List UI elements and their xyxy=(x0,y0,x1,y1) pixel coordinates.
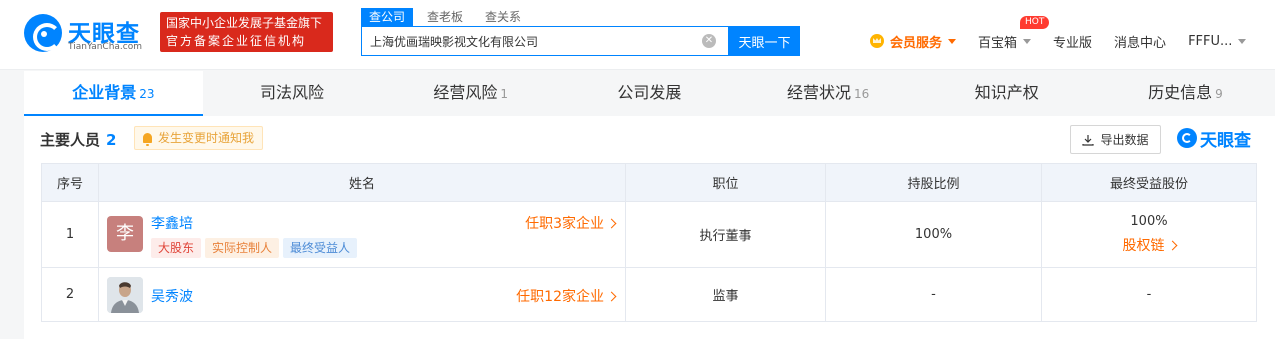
section-title-text: 主要人员 xyxy=(40,131,101,149)
tag-actual-controller: 实际控制人 xyxy=(205,238,280,258)
equity-chain-text: 股权链 xyxy=(1122,238,1165,254)
clear-search-icon[interactable]: ✕ xyxy=(702,34,716,48)
positions-text: 任职12家企业 xyxy=(516,289,604,305)
section-count: 2 xyxy=(106,131,117,149)
tab-operating-risk[interactable]: 经营风险 1 xyxy=(381,71,560,116)
header-name: 姓名 xyxy=(98,163,626,202)
avatar[interactable] xyxy=(107,277,143,313)
share-ratio-cell: 100% xyxy=(825,201,1042,268)
eye-logo-icon xyxy=(24,14,62,52)
table-row: 2 吴秀波 任职12家企业 监事 - - xyxy=(41,267,1257,322)
message-center-link[interactable]: 消息中心 xyxy=(1114,32,1166,51)
tab-count: 9 xyxy=(1215,87,1223,101)
key-personnel-section: 主要人员 2 发生变更时通知我 导出数据 天眼查 序号 姓名 职位 持股比例 最终… xyxy=(24,116,1275,339)
person-name-link[interactable]: 李鑫培 xyxy=(151,213,193,233)
crown-icon xyxy=(870,34,884,48)
position-cell: 执行董事 xyxy=(625,201,826,268)
treasure-box-label: 百宝箱 xyxy=(978,35,1018,51)
positions-link[interactable]: 任职12家企业 xyxy=(516,286,617,306)
notify-on-change-button[interactable]: 发生变更时通知我 xyxy=(134,126,263,150)
chevron-down-icon xyxy=(1023,38,1032,44)
share-ratio-cell: - xyxy=(825,267,1042,322)
export-label: 导出数据 xyxy=(1100,133,1149,147)
ultimate-benefit-cell: 100% 股权链 xyxy=(1041,201,1257,268)
search-button[interactable]: 天眼一下 xyxy=(729,26,800,56)
tianyancha-watermark-logo: 天眼查 xyxy=(1177,126,1251,151)
export-data-button[interactable]: 导出数据 xyxy=(1070,125,1161,154)
tianyancha-logo[interactable]: 天眼查 TianYanCha.com xyxy=(24,12,152,56)
chevron-right-icon xyxy=(606,291,617,302)
position-cell: 监事 xyxy=(625,267,826,322)
tab-history-info[interactable]: 历史信息 9 xyxy=(1096,71,1275,116)
tab-company-background[interactable]: 企业背景 23 xyxy=(24,71,203,116)
header-share-ratio: 持股比例 xyxy=(825,163,1042,202)
header-ultimate-benefit: 最终受益股份 xyxy=(1041,163,1257,202)
header-position: 职位 xyxy=(625,163,826,202)
download-icon xyxy=(1082,134,1095,146)
search-tab-company[interactable]: 查公司 xyxy=(361,8,414,26)
company-tabs: 企业背景 23 司法风险 经营风险 1 公司发展 经营状况 16 知识产权 历史信息 9 xyxy=(24,71,1275,116)
badge-line-2: 官方备案企业征信机构 xyxy=(166,34,307,48)
chevron-down-icon xyxy=(1238,38,1247,44)
chevron-down-icon xyxy=(948,38,957,44)
tab-label: 知识产权 xyxy=(974,83,1039,102)
tab-intellectual-property[interactable]: 知识产权 xyxy=(917,71,1096,116)
eye-logo-icon xyxy=(1177,128,1197,148)
top-header: 天眼查 TianYanCha.com 国家中小企业发展子基金旗下 官方备案企业征… xyxy=(0,0,1275,70)
header-index: 序号 xyxy=(41,163,99,202)
hot-badge: HOT xyxy=(1020,15,1050,29)
avatar[interactable]: 李 xyxy=(107,216,143,252)
table-row: 1 李 李鑫培 任职3家企业 大股东 实际控制人 最终受益人 执行董事 100%… xyxy=(41,201,1257,268)
header-nav: 会员服务 HOT 百宝箱 专业版 消息中心 FFFU... xyxy=(870,15,1268,52)
tab-label: 公司发展 xyxy=(617,83,682,102)
tab-label: 经营状况 xyxy=(786,83,851,102)
row-index: 2 xyxy=(41,267,99,322)
vip-service-menu[interactable]: 会员服务 xyxy=(870,32,957,51)
tab-count: 16 xyxy=(853,87,870,101)
vip-service-label: 会员服务 xyxy=(890,35,943,51)
chevron-right-icon xyxy=(1167,240,1177,251)
table-header-row: 序号 姓名 职位 持股比例 最终受益股份 xyxy=(41,163,1257,202)
benefit-percent: 100% xyxy=(1130,214,1168,229)
bell-icon xyxy=(143,133,152,146)
personnel-table: 序号 姓名 职位 持股比例 最终受益股份 1 李 李鑫培 任职3家企业 大股东 … xyxy=(41,163,1257,322)
tag-ultimate-beneficiary: 最终受益人 xyxy=(283,238,358,258)
tab-label: 经营风险 xyxy=(433,83,498,102)
search-tab-boss[interactable]: 查老板 xyxy=(419,8,471,26)
official-badge: 国家中小企业发展子基金旗下 官方备案企业征信机构 xyxy=(160,12,333,52)
person-name-link[interactable]: 吴秀波 xyxy=(151,286,193,306)
positions-link[interactable]: 任职3家企业 xyxy=(525,213,617,233)
treasure-box-menu[interactable]: HOT 百宝箱 xyxy=(978,15,1050,51)
tab-count: 1 xyxy=(500,87,509,101)
role-tags: 大股东 实际控制人 最终受益人 xyxy=(151,238,361,258)
person-photo-icon xyxy=(107,277,143,313)
user-name: FFFU... xyxy=(1188,33,1233,49)
tab-label: 历史信息 xyxy=(1148,83,1213,102)
tag-major-shareholder: 大股东 xyxy=(151,238,202,258)
tab-business-status[interactable]: 经营状况 16 xyxy=(739,71,918,116)
section-title: 主要人员 2 xyxy=(40,129,116,150)
name-cell: 李 李鑫培 任职3家企业 大股东 实际控制人 最终受益人 xyxy=(98,201,626,268)
tab-label: 司法风险 xyxy=(260,83,325,102)
row-index: 1 xyxy=(41,201,99,268)
logo-subtext: TianYanCha.com xyxy=(68,42,143,52)
tab-label: 企业背景 xyxy=(72,83,137,102)
chevron-right-icon xyxy=(606,218,617,229)
equity-chain-link[interactable]: 股权链 xyxy=(1122,238,1177,254)
name-cell: 吴秀波 任职12家企业 xyxy=(98,267,626,322)
search-box: ✕ xyxy=(361,26,729,56)
search-input[interactable] xyxy=(370,27,695,55)
positions-text: 任职3家企业 xyxy=(525,216,604,232)
tab-company-development[interactable]: 公司发展 xyxy=(560,71,739,116)
tab-judicial-risk[interactable]: 司法风险 xyxy=(203,71,382,116)
tab-count: 23 xyxy=(139,87,155,101)
watermark-text: 天眼查 xyxy=(1200,130,1251,151)
search-tab-relation[interactable]: 查关系 xyxy=(477,8,529,26)
search-tabs: 查公司 查老板 查关系 xyxy=(361,8,535,26)
badge-line-1: 国家中小企业发展子基金旗下 xyxy=(166,16,323,30)
user-menu[interactable]: FFFU... xyxy=(1188,33,1247,49)
notify-label: 发生变更时通知我 xyxy=(158,131,255,145)
ultimate-benefit-cell: - xyxy=(1041,267,1257,322)
pro-edition-link[interactable]: 专业版 xyxy=(1053,32,1092,51)
